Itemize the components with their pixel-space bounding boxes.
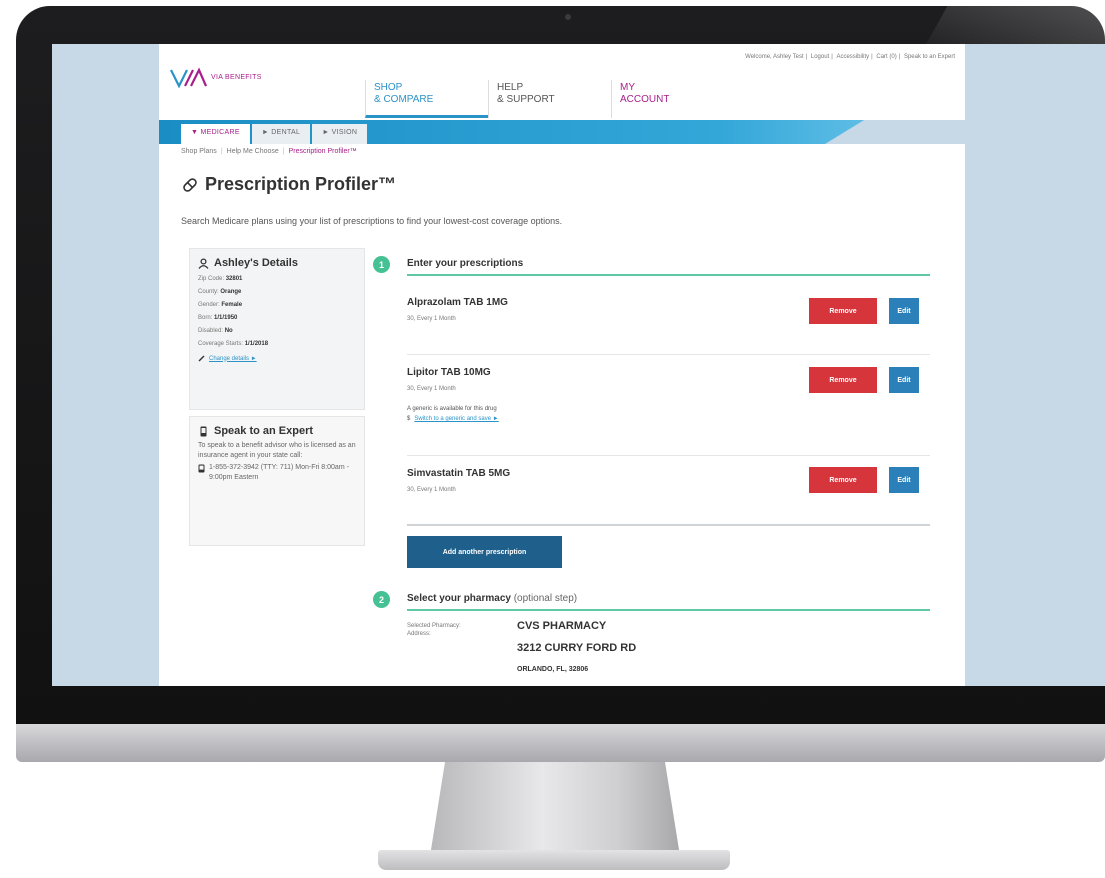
nav-tab-line1: MY xyxy=(620,82,635,93)
utility-bar: Welcome, Ashley Test | Logout | Accessibil… xyxy=(745,54,955,60)
nav-tab-my-account[interactable]: MY ACCOUNT xyxy=(611,80,734,118)
prescription-divider xyxy=(407,354,930,355)
phone-icon xyxy=(198,464,205,473)
title-row: Prescription Profiler™ xyxy=(181,174,396,195)
sub-tab-vision[interactable]: ► VISION xyxy=(312,124,368,144)
nav-tab-line1: HELP xyxy=(497,82,524,93)
welcome-text: Welcome, Ashley Test xyxy=(745,54,804,60)
details-card-header: Ashley's Details xyxy=(198,257,356,269)
accessibility-link[interactable]: Accessibility xyxy=(836,54,869,60)
details-title: Ashley's Details xyxy=(214,257,298,269)
logout-link[interactable]: Logout xyxy=(811,54,829,60)
edit-button[interactable]: Edit xyxy=(889,298,919,324)
nav-tab-line1: SHOP xyxy=(374,82,403,93)
page-title: Prescription Profiler™ xyxy=(205,174,397,194)
expert-text: To speak to a benefit advisor who is lic… xyxy=(198,442,356,459)
detail-disabled: Disabled: No xyxy=(198,328,233,334)
expert-phone-line: 1-855-372-3942 (TTY: 711) Mon-Fri 8:00am… xyxy=(198,463,356,483)
switch-generic-link[interactable]: Switch to a generic and save ► xyxy=(414,416,498,422)
step-1-title: Enter your prescriptions xyxy=(407,258,524,269)
expert-card-header: Speak to an Expert xyxy=(198,425,356,437)
generic-available-note: A generic is available for this drug xyxy=(407,406,497,412)
speak-expert-link[interactable]: Speak to an Expert xyxy=(904,54,955,60)
remove-button[interactable]: Remove xyxy=(809,367,877,393)
pharmacy-street: 3212 CURRY FORD RD xyxy=(517,642,637,654)
breadcrumb: Shop Plans | Help Me Choose | Prescription P… xyxy=(181,148,357,155)
change-details-link[interactable]: Change details ► xyxy=(198,355,356,362)
pharmacy-city: ORLANDO, FL, 32806 xyxy=(517,666,589,673)
breadcrumb-help-me-choose[interactable]: Help Me Choose xyxy=(227,148,279,155)
address-label: Address: xyxy=(407,631,431,637)
edit-button[interactable]: Edit xyxy=(889,467,919,493)
via-benefits-logo[interactable]: VIA BENEFITS xyxy=(169,66,262,88)
camera-dot xyxy=(565,14,571,20)
step-1-badge: 1 xyxy=(373,256,390,273)
expert-title: Speak to an Expert xyxy=(214,425,314,437)
expert-phone[interactable]: 1-855-372-3942 (TTY: 711) Mon-Fri 8:00am… xyxy=(209,463,356,483)
dollar-icon: $ xyxy=(407,416,411,422)
prescription-divider xyxy=(407,524,930,526)
selected-pharmacy-label: Selected Pharmacy: xyxy=(407,623,461,629)
pharmacy-name: CVS PHARMACY xyxy=(517,620,607,632)
via-logo-icon xyxy=(170,67,207,88)
remove-button[interactable]: Remove xyxy=(809,298,877,324)
pill-icon xyxy=(183,177,197,192)
monitor-stand-foot xyxy=(378,850,730,870)
detail-county: County: Orange xyxy=(198,289,242,295)
web-page: Welcome, Ashley Test | Logout | Accessibil… xyxy=(159,44,965,686)
remove-button[interactable]: Remove xyxy=(809,467,877,493)
logo-text: VIA BENEFITS xyxy=(211,73,262,81)
step-2-title-text: Select your pharmacy xyxy=(407,593,511,604)
detail-born: Born: 1/1/1950 xyxy=(198,315,238,321)
cart-link[interactable]: Cart (0) xyxy=(876,54,896,60)
sub-tab-dental[interactable]: ► DENTAL xyxy=(251,124,311,144)
user-icon xyxy=(198,257,209,269)
pencil-icon xyxy=(198,355,205,362)
breadcrumb-shop-plans[interactable]: Shop Plans xyxy=(181,148,217,155)
step-2-badge: 2 xyxy=(373,591,390,608)
sub-nav-band-diagonal xyxy=(825,120,965,144)
nav-tab-shop-compare[interactable]: SHOP & COMPARE xyxy=(365,80,488,118)
step-2-title: Select your pharmacy (optional step) xyxy=(407,593,577,604)
sub-tab-medicare[interactable]: ▼ MEDICARE xyxy=(181,124,250,144)
expert-card: Speak to an Expert To speak to a benefit… xyxy=(189,416,365,546)
step-1-rule xyxy=(407,274,930,276)
monitor-chin xyxy=(16,724,1105,762)
nav-tab-line2: ACCOUNT xyxy=(620,94,670,105)
sub-tabs: ▼ MEDICARE ► DENTAL ► VISION xyxy=(181,124,368,144)
nav-tab-help-support[interactable]: HELP & SUPPORT xyxy=(488,80,611,118)
phone-icon xyxy=(200,426,207,436)
change-details-text: Change details ► xyxy=(209,355,257,362)
main-nav: SHOP & COMPARE HELP & SUPPORT MY ACCOUNT xyxy=(365,80,734,118)
step-2-optional: (optional step) xyxy=(513,593,578,604)
detail-gender: Gender: Female xyxy=(198,302,243,308)
details-card: Ashley's Details Zip Code: 32801 County:… xyxy=(189,248,365,410)
detail-zip: Zip Code: 32801 xyxy=(198,276,243,282)
step-2-rule xyxy=(407,609,930,611)
breadcrumb-current: Prescription Profiler™ xyxy=(288,148,357,155)
generic-switch-row: $ Switch to a generic and save ► xyxy=(407,416,927,422)
monitor-screen: Welcome, Ashley Test | Logout | Accessibil… xyxy=(52,44,1105,686)
add-prescription-button[interactable]: Add another prescription xyxy=(407,536,562,568)
edit-button[interactable]: Edit xyxy=(889,367,919,393)
detail-coverage-starts: Coverage Starts: 1/1/2018 xyxy=(198,341,269,347)
intro-text: Search Medicare plans using your list of… xyxy=(181,216,563,226)
monitor-stand-neck xyxy=(430,762,680,856)
prescription-divider xyxy=(407,455,930,456)
nav-tab-line2: & COMPARE xyxy=(374,94,434,105)
nav-tab-line2: & SUPPORT xyxy=(497,94,555,105)
